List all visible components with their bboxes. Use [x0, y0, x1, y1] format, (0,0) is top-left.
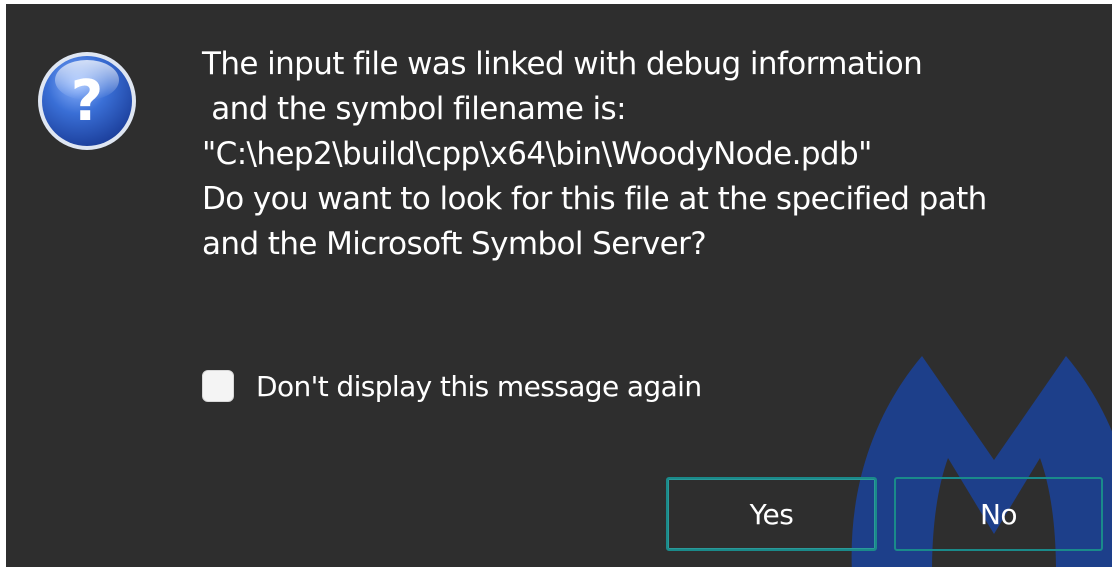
message-dialog: ? The input file was linked with debug i… [6, 4, 1112, 567]
question-icon: ? [38, 52, 136, 150]
dont-show-again-label[interactable]: Don't display this message again [256, 370, 702, 403]
yes-button[interactable]: Yes [666, 477, 877, 551]
no-button[interactable]: No [894, 477, 1103, 551]
dont-show-again-row[interactable]: Don't display this message again [202, 364, 702, 408]
svg-text:?: ? [71, 69, 103, 134]
dialog-message: The input file was linked with debug inf… [202, 46, 987, 262]
dont-show-again-checkbox[interactable] [202, 370, 234, 402]
